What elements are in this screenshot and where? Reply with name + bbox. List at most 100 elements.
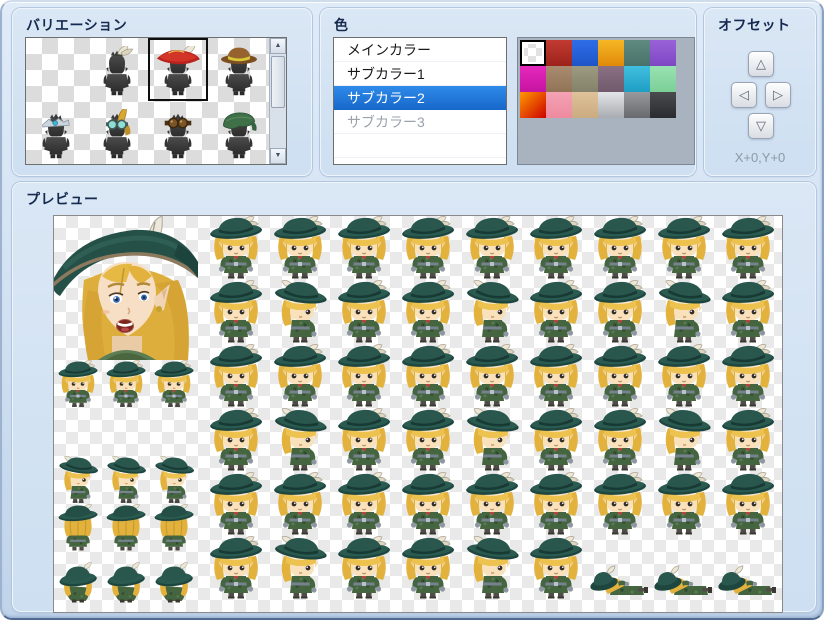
variation-thumb-red-plume-hat[interactable] xyxy=(148,38,209,101)
color-part-row-2[interactable]: サブカラー2 xyxy=(334,86,506,110)
sv-sprite-front xyxy=(716,280,780,344)
arrow-up-icon: △ xyxy=(756,56,766,72)
color-part-row-0[interactable]: メインカラー xyxy=(334,38,506,62)
sv-sprite-front xyxy=(332,408,396,472)
walk-sprite-front xyxy=(102,360,150,408)
sv-sprite-front xyxy=(460,344,524,408)
palette-swatch-cyan[interactable] xyxy=(624,66,650,92)
sv-sprite-front xyxy=(716,344,780,408)
sv-sprite-front xyxy=(716,408,780,472)
variation-thumb-silver-circlet[interactable] xyxy=(26,101,87,164)
sv-sprite-right xyxy=(652,408,716,472)
palette-swatch-orange-red[interactable] xyxy=(520,92,546,118)
arrow-down-icon: ▽ xyxy=(756,118,766,134)
sv-sprite-front xyxy=(396,280,460,344)
damage-sprite-collapsed xyxy=(102,556,150,604)
sv-sprite-right xyxy=(652,280,716,344)
variation-thumb-white-feather[interactable] xyxy=(87,38,148,101)
variation-sprite-green-beret xyxy=(214,105,264,163)
sv-sprite-front xyxy=(396,344,460,408)
variation-thumb-green-beret[interactable] xyxy=(208,101,269,164)
sv-sprite-front xyxy=(332,280,396,344)
offset-panel-title: オフセット xyxy=(718,15,791,35)
palette-swatch-silver[interactable] xyxy=(598,92,624,118)
preview-damage-sheet xyxy=(54,556,198,604)
walk-sprite-left xyxy=(150,408,198,456)
sv-sprite-front xyxy=(652,216,716,280)
sv-sprite-front xyxy=(716,216,780,280)
palette-swatch-mauve[interactable] xyxy=(598,66,624,92)
walk-sprite-front xyxy=(54,360,102,408)
sv-sprite-right xyxy=(460,408,524,472)
palette-swatch-default-transparent[interactable] xyxy=(520,40,546,66)
offset-down-button[interactable]: ▽ xyxy=(748,113,774,139)
variation-grid xyxy=(26,38,269,164)
palette-swatch-tan[interactable] xyxy=(546,66,572,92)
variation-panel-title: バリエーション xyxy=(26,15,127,35)
sv-sprite-right xyxy=(268,408,332,472)
walk-sprite-back xyxy=(102,504,150,552)
variation-sprite-brown-fedora xyxy=(214,42,264,100)
sv-sprite-front xyxy=(588,344,652,408)
sv-sprite-front xyxy=(396,472,460,536)
walk-sprite-right xyxy=(102,456,150,504)
variation-thumb-none[interactable] xyxy=(26,38,87,101)
variation-thumb-teal-goggles-horn[interactable] xyxy=(87,101,148,164)
palette-swatch-pink[interactable] xyxy=(546,92,572,118)
sv-sprite-front xyxy=(204,280,268,344)
color-palette xyxy=(517,37,695,165)
palette-swatch-magenta[interactable] xyxy=(520,66,546,92)
sv-sprite-front xyxy=(204,216,268,280)
sv-sprite-front xyxy=(460,216,524,280)
sv-sprite-front xyxy=(268,344,332,408)
variation-sprite-white-feather xyxy=(92,42,142,100)
arrow-right-icon: ▷ xyxy=(773,87,783,103)
sv-sprite-front xyxy=(332,472,396,536)
sv-sprite-front xyxy=(588,280,652,344)
arrow-left-icon: ◁ xyxy=(739,87,749,103)
palette-swatch-red[interactable] xyxy=(546,40,572,66)
sv-sprite-front xyxy=(524,280,588,344)
palette-swatch-mint[interactable] xyxy=(650,66,676,92)
palette-swatch-beige[interactable] xyxy=(572,92,598,118)
variation-thumb-brown-fedora[interactable] xyxy=(208,38,269,101)
variation-thumb-brown-goggles[interactable] xyxy=(148,101,209,164)
offset-left-button[interactable]: ◁ xyxy=(731,82,757,108)
color-panel-title: 色 xyxy=(334,15,349,35)
palette-swatch-gray[interactable] xyxy=(624,92,650,118)
sv-sprite-front xyxy=(524,216,588,280)
variation-sprite-brown-goggles xyxy=(153,105,203,163)
sv-sprite-right xyxy=(460,280,524,344)
sv-sprite-downed xyxy=(588,536,652,600)
palette-swatch-olive[interactable] xyxy=(572,66,598,92)
palette-swatch-teal[interactable] xyxy=(624,40,650,66)
palette-swatch-amber[interactable] xyxy=(598,40,624,66)
scroll-up-icon[interactable]: ▲ xyxy=(270,38,286,54)
preview-walk-sheet xyxy=(54,360,198,552)
preview-panel: プレビュー xyxy=(12,182,816,612)
color-part-row-3[interactable]: サブカラー3 xyxy=(334,110,506,134)
walk-sprite-back xyxy=(54,504,102,552)
palette-swatch-charcoal[interactable] xyxy=(650,92,676,118)
color-part-row-1[interactable]: サブカラー1 xyxy=(334,62,506,86)
sv-sprite-front xyxy=(460,472,524,536)
palette-swatch-blue[interactable] xyxy=(572,40,598,66)
sv-sprite-right xyxy=(268,280,332,344)
sv-sprite-front xyxy=(204,536,268,600)
scroll-down-icon[interactable]: ▼ xyxy=(270,148,286,164)
walk-sprite-right xyxy=(54,456,102,504)
palette-swatch-purple[interactable] xyxy=(650,40,676,66)
walk-sprite-right xyxy=(150,456,198,504)
damage-sprite-collapsed xyxy=(150,556,198,604)
offset-up-button[interactable]: △ xyxy=(748,51,774,77)
sv-sprite-front xyxy=(588,216,652,280)
preview-canvas xyxy=(53,215,783,613)
sv-sprite-front xyxy=(396,216,460,280)
variation-panel: バリエーション ▲ ▼ xyxy=(12,8,312,176)
offset-right-button[interactable]: ▷ xyxy=(765,82,791,108)
sv-sprite-right xyxy=(268,536,332,600)
scroll-thumb[interactable] xyxy=(271,56,285,108)
variation-sprite-silver-circlet xyxy=(31,105,81,163)
walk-sprite-back xyxy=(150,504,198,552)
variation-scrollbar[interactable]: ▲ ▼ xyxy=(269,38,286,164)
